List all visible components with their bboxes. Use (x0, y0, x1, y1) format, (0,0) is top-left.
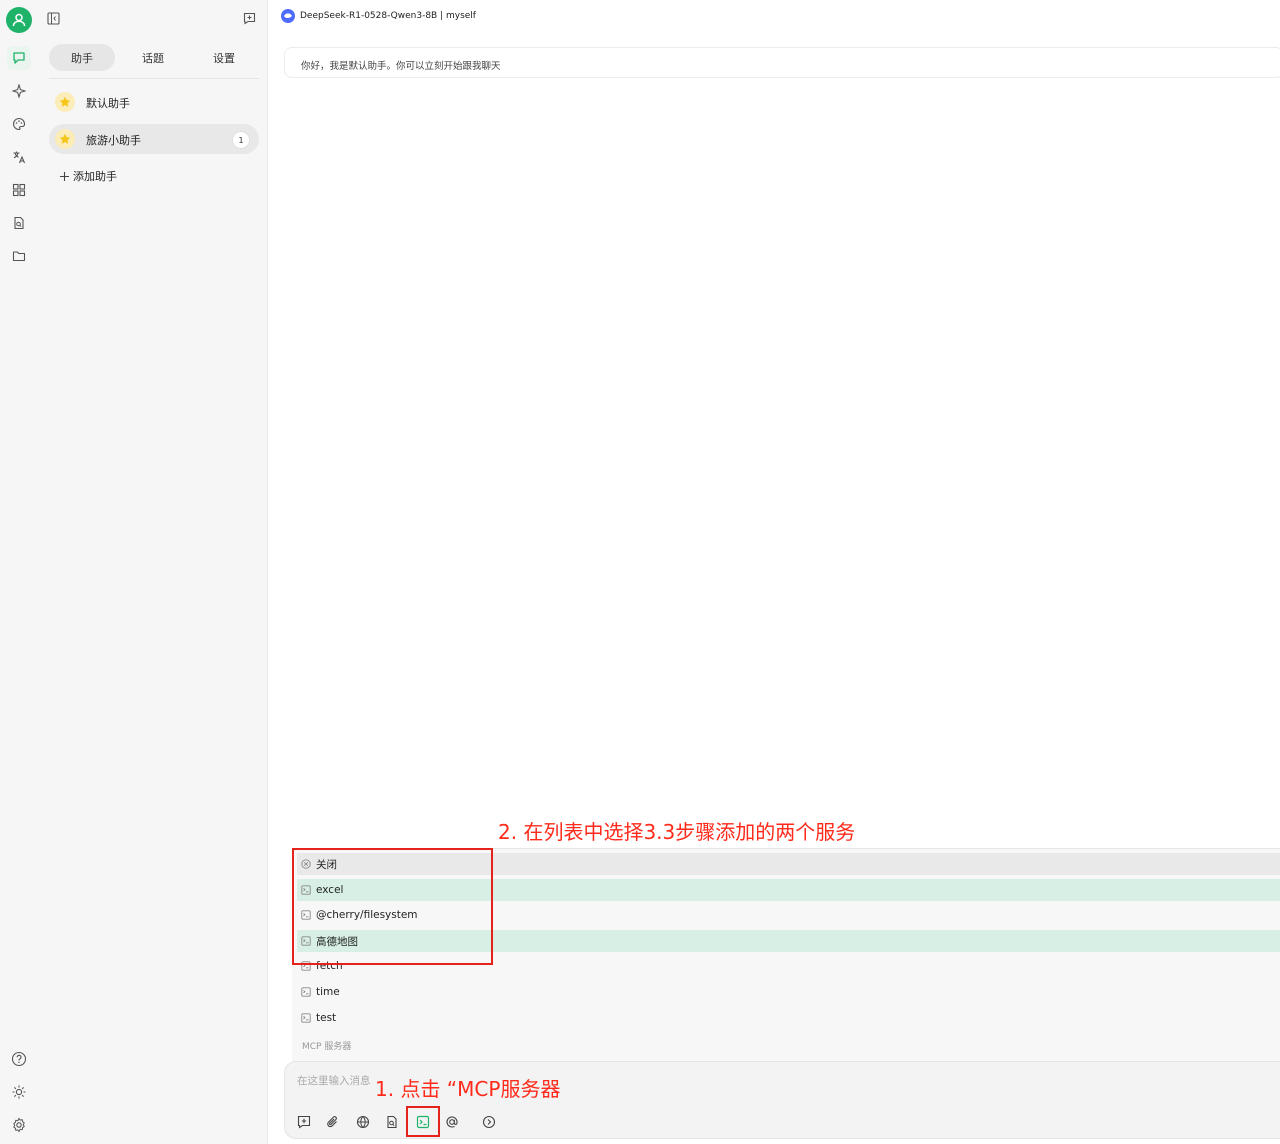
translate-icon[interactable] (7, 145, 31, 169)
assistant-item-default[interactable]: 默认助手 (49, 87, 259, 117)
folder-icon[interactable] (7, 244, 31, 268)
mcp-item-label: test (316, 1012, 337, 1024)
palette-icon[interactable] (7, 112, 31, 136)
annotation-box-mcp-button (406, 1106, 440, 1137)
terminal-icon (301, 987, 311, 997)
tabs-divider (49, 78, 259, 79)
settings-icon[interactable] (7, 1113, 31, 1137)
message-input-placeholder[interactable]: 在这里输入消息 (297, 1073, 371, 1088)
expand-icon[interactable] (479, 1112, 499, 1132)
add-assistant-button[interactable]: 添加助手 (59, 168, 117, 184)
user-avatar-icon[interactable] (6, 7, 32, 33)
plus-icon (60, 171, 69, 181)
mcp-item-label: time (316, 986, 340, 998)
knowledge-icon[interactable] (382, 1112, 402, 1132)
sparkle-icon[interactable] (7, 79, 31, 103)
assistant-item-travel[interactable]: 旅游小助手 1 (49, 124, 259, 154)
welcome-message: 你好，我是默认助手。你可以立刻开始跟我聊天 (284, 47, 1280, 78)
apps-grid-icon[interactable] (7, 178, 31, 202)
tab-topics[interactable]: 话题 (120, 44, 186, 71)
brightness-icon[interactable] (7, 1080, 31, 1104)
annotation-step1: 1. 点击 “MCP服务器 (375, 1077, 561, 1101)
star-emoji-icon (55, 92, 75, 112)
terminal-icon (301, 1013, 311, 1023)
tab-assistants[interactable]: 助手 (49, 44, 115, 71)
doc-search-icon[interactable] (7, 211, 31, 235)
mcp-menu-footer: MCP 服务器 (302, 1042, 352, 1052)
help-icon[interactable] (7, 1047, 31, 1071)
collapse-sidebar-icon[interactable] (47, 10, 60, 25)
mcp-item-test[interactable]: test (297, 1007, 1280, 1029)
topic-count-badge: 1 (232, 131, 250, 149)
model-title[interactable]: DeepSeek-R1-0528-Qwen3-8B | myself (300, 11, 476, 21)
deepseek-logo-icon (281, 9, 295, 23)
assistant-label: 旅游小助手 (86, 134, 141, 147)
welcome-text: 你好，我是默认助手。你可以立刻开始跟我聊天 (301, 61, 501, 72)
annotation-step2: 2. 在列表中选择3.3步骤添加的两个服务 (498, 820, 856, 844)
annotation-box-mcp-list (292, 848, 493, 965)
new-topic-icon[interactable] (294, 1112, 314, 1132)
mcp-item-time[interactable]: time (297, 981, 1280, 1003)
new-topic-icon[interactable] (243, 10, 256, 25)
assistant-label: 默认助手 (86, 97, 130, 110)
tab-settings[interactable]: 设置 (191, 44, 257, 71)
chat-icon[interactable] (7, 46, 31, 70)
mention-icon[interactable] (442, 1112, 462, 1132)
star-emoji-icon (55, 129, 75, 149)
web-search-icon[interactable] (353, 1112, 373, 1132)
icon-rail (0, 0, 40, 1144)
add-assistant-label: 添加助手 (73, 170, 117, 183)
attachment-icon[interactable] (323, 1112, 343, 1132)
